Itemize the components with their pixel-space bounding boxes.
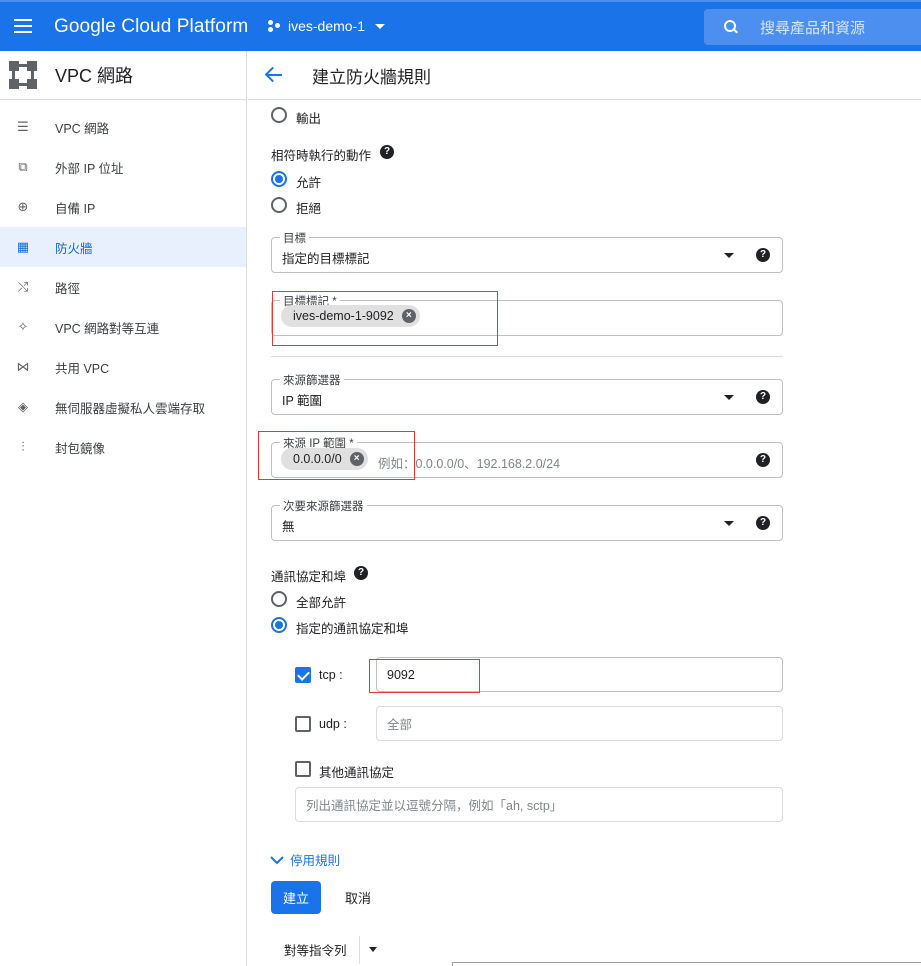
- search-icon: [724, 20, 738, 34]
- sidebar-item-label: 防火牆: [55, 241, 93, 256]
- equivalent-command-line-label: 對等指令列: [284, 944, 347, 958]
- specified-protocols-radio[interactable]: [271, 617, 287, 633]
- packet-mirroring-icon: ⫶: [21, 439, 25, 454]
- sidebar-item-label: 封包鏡像: [55, 441, 106, 456]
- source-filter-select[interactable]: 來源篩選器 IP 範圍 ?: [271, 372, 783, 415]
- sidebar-item-byoip[interactable]: ⊕ 自備 IP: [0, 187, 246, 227]
- help-icon[interactable]: ?: [756, 390, 770, 404]
- protocols-label: 通訊協定和埠: [271, 570, 347, 584]
- sidebar-item-external-ip[interactable]: ⧉ 外部 IP 位址: [0, 147, 246, 187]
- other-protocols-placeholder: 列出通訊協定並以逗號分隔，例如「ah, sctp」: [306, 799, 563, 813]
- other-protocols-label: 其他通訊協定: [319, 766, 395, 780]
- action-deny-radio[interactable]: [271, 197, 287, 213]
- udp-checkbox[interactable]: [295, 716, 311, 732]
- firewall-icon: ▦: [16, 239, 30, 254]
- tcp-label: tcp :: [319, 668, 343, 682]
- sidebar-item-shared-vpc[interactable]: ⋈ 共用 VPC: [0, 347, 246, 387]
- sidebar-item-label: 路徑: [55, 281, 81, 296]
- help-icon[interactable]: ?: [380, 145, 394, 159]
- route-icon: ⤭: [17, 279, 29, 294]
- source-filter-value: IP 範圍: [282, 394, 323, 408]
- direction-egress-radio[interactable]: [271, 107, 287, 123]
- highlight-box: [272, 291, 498, 346]
- second-source-filter-value: 無: [282, 520, 295, 534]
- action-label: 相符時執行的動作: [271, 149, 372, 163]
- help-icon[interactable]: ?: [756, 248, 770, 262]
- highlight-box: [369, 659, 480, 693]
- shared-vpc-icon: ⋈: [16, 359, 30, 374]
- dropdown-arrow-icon[interactable]: [368, 947, 377, 952]
- action-deny-label: 拒絕: [296, 202, 322, 216]
- help-icon[interactable]: ?: [756, 516, 770, 530]
- project-selector[interactable]: ives-demo-1: [268, 18, 386, 34]
- sidebar-item-label: 外部 IP 位址: [55, 161, 124, 176]
- sidebar-header: VPC 網路: [0, 51, 246, 100]
- udp-label: udp :: [319, 717, 347, 731]
- help-icon[interactable]: ?: [354, 566, 368, 580]
- search-placeholder: 搜尋產品和資源: [760, 19, 866, 37]
- menu-icon[interactable]: [14, 19, 32, 33]
- page-title: 建立防火牆規則: [312, 67, 431, 87]
- back-arrow-icon[interactable]: [264, 65, 284, 85]
- allow-all-label: 全部允許: [296, 596, 347, 610]
- divider: [358, 935, 360, 964]
- peering-icon: ✧: [17, 319, 29, 334]
- overlay-edge: [452, 962, 921, 966]
- sidebar-item-firewall[interactable]: ▦ 防火牆: [0, 227, 246, 267]
- sidebar-item-label: VPC 網路: [55, 121, 110, 136]
- sidebar-item-routes[interactable]: ⤭ 路徑: [0, 267, 246, 307]
- chevron-down-icon: [375, 23, 386, 29]
- globe-icon: ⊕: [17, 199, 29, 214]
- disable-rule-label: 停用規則: [290, 854, 341, 868]
- sidebar-item-serverless-access[interactable]: ◈ 無伺服器虛擬私人雲端存取: [0, 387, 246, 427]
- targets-value: 指定的目標標記: [282, 252, 370, 266]
- disable-rule-toggle[interactable]: 停用規則: [270, 850, 340, 869]
- equivalent-command-line-button[interactable]: 對等指令列: [271, 933, 391, 966]
- targets-select[interactable]: 目標 指定的目標標記 ?: [271, 230, 783, 273]
- divider: [271, 356, 783, 357]
- allow-all-radio[interactable]: [271, 591, 287, 607]
- udp-ports-placeholder: 全部: [387, 718, 413, 732]
- chevron-down-icon: [270, 855, 284, 864]
- other-protocols-input[interactable]: 列出通訊協定並以逗號分隔，例如「ah, sctp」: [295, 787, 783, 822]
- targets-label: 目標: [280, 230, 309, 246]
- sidebar: VPC 網路 ☰ VPC 網路 ⧉ 外部 IP 位址 ⊕ 自備 IP ▦ 防火牆…: [0, 51, 247, 966]
- other-protocols-checkbox[interactable]: [295, 761, 311, 777]
- sidebar-item-label: 自備 IP: [55, 201, 96, 216]
- specified-protocols-label: 指定的通訊協定和埠: [296, 622, 409, 636]
- dropdown-arrow-icon: [724, 253, 734, 258]
- sidebar-title: VPC 網路: [55, 66, 134, 86]
- project-name: ives-demo-1: [288, 18, 366, 34]
- serverless-icon: ◈: [18, 399, 28, 414]
- cancel-button[interactable]: 取消: [335, 881, 381, 914]
- page-header: 建立防火牆規則: [248, 51, 921, 100]
- dropdown-arrow-icon: [724, 395, 734, 400]
- top-bar: Google Cloud Platform ives-demo-1 搜尋產品和資…: [0, 0, 921, 51]
- sidebar-item-peering[interactable]: ✧ VPC 網路對等互連: [0, 307, 246, 347]
- sidebar-item-label: VPC 網路對等互連: [55, 321, 160, 336]
- brand-title[interactable]: Google Cloud Platform: [54, 16, 248, 38]
- project-icon: [268, 19, 282, 33]
- sidebar-item-label: 共用 VPC: [55, 361, 110, 376]
- second-source-filter-label: 次要來源篩選器: [280, 498, 367, 514]
- tcp-checkbox[interactable]: [295, 667, 311, 683]
- server-icon: ☰: [17, 119, 29, 134]
- sidebar-item-packet-mirroring[interactable]: ⫶ 封包鏡像: [0, 427, 246, 467]
- external-link-icon: ⧉: [18, 159, 28, 174]
- highlight-box: [258, 431, 415, 480]
- vpc-logo-icon: [9, 61, 37, 89]
- create-button[interactable]: 建立: [271, 881, 321, 914]
- udp-ports-input[interactable]: 全部: [376, 706, 783, 741]
- dropdown-arrow-icon: [724, 521, 734, 526]
- sidebar-item-vpc-network[interactable]: ☰ VPC 網路: [0, 107, 246, 147]
- second-source-filter-select[interactable]: 次要來源篩選器 無 ?: [271, 498, 783, 541]
- source-filter-label: 來源篩選器: [280, 372, 344, 388]
- search-input[interactable]: 搜尋產品和資源: [704, 9, 921, 45]
- sidebar-item-label: 無伺服器虛擬私人雲端存取: [55, 401, 206, 416]
- action-allow-label: 允許: [296, 176, 322, 190]
- direction-egress-label: 輸出: [296, 112, 322, 126]
- action-allow-radio[interactable]: [271, 171, 287, 187]
- help-icon[interactable]: ?: [756, 453, 770, 467]
